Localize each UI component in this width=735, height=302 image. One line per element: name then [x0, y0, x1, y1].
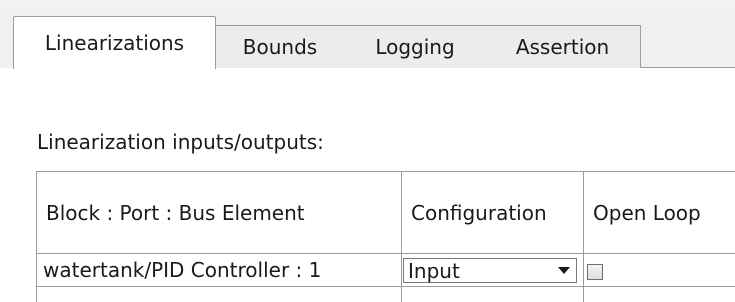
window-top-strip [0, 0, 735, 8]
dropdown-arrow-icon [558, 267, 570, 274]
table-row[interactable]: watertank/PID Controller : 1 Input [36, 253, 735, 287]
column-header-block-port[interactable]: Block : Port : Bus Element [36, 171, 402, 254]
linearization-io-label: Linearization inputs/outputs: [37, 130, 324, 154]
linearization-io-table: Block : Port : Bus Element Configuration… [36, 171, 735, 302]
block-port-cell[interactable]: watertank/PID Controller : 1 [36, 253, 402, 287]
table-header-row: Block : Port : Bus Element Configuration… [36, 171, 735, 254]
configuration-cell: Input [401, 253, 584, 287]
tab-logging[interactable]: Logging [345, 25, 486, 68]
empty-cell [401, 286, 584, 302]
configuration-value: Input [408, 258, 460, 283]
open-loop-checkbox[interactable] [587, 263, 603, 280]
empty-cell [36, 286, 402, 302]
table-empty-row [36, 286, 735, 302]
column-header-configuration[interactable]: Configuration [401, 171, 584, 254]
open-loop-cell [583, 253, 735, 287]
column-header-open-loop[interactable]: Open Loop [583, 171, 735, 254]
tab-assertion[interactable]: Assertion [485, 25, 641, 68]
tab-bounds[interactable]: Bounds [215, 25, 346, 68]
empty-cell [583, 286, 735, 302]
tab-linearizations[interactable]: Linearizations [13, 16, 216, 69]
configuration-dropdown[interactable]: Input [403, 258, 577, 283]
